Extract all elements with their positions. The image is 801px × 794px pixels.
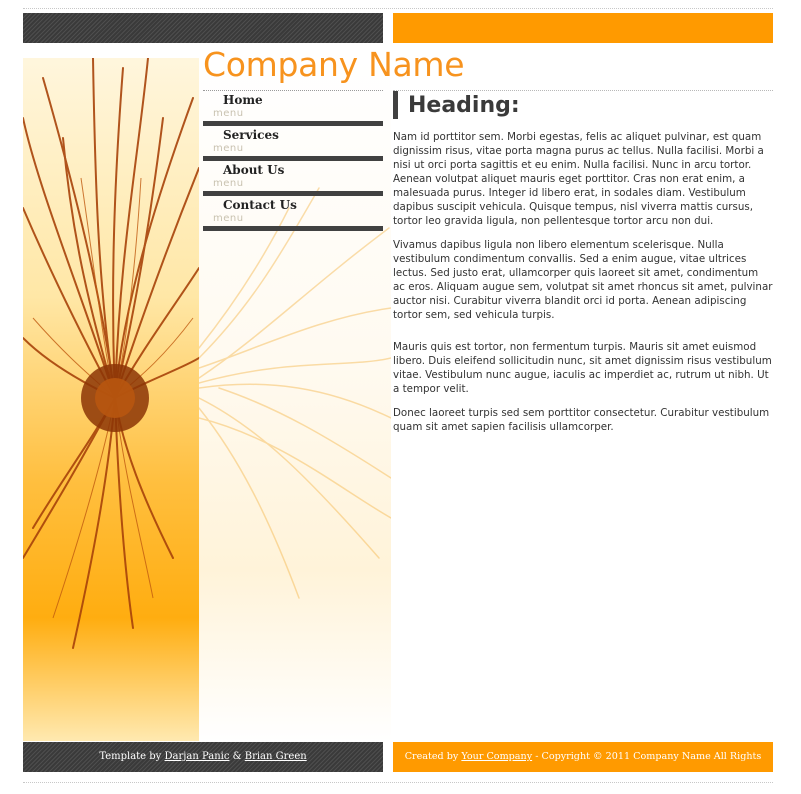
nav-item-label[interactable]: Contact Us (223, 198, 297, 212)
nav-item-label[interactable]: Services (223, 128, 279, 142)
nav-item-about-us[interactable]: About Us menu (203, 161, 383, 196)
nav-item-services[interactable]: Services menu (203, 126, 383, 161)
footer-copyright: Created by Your Company - Copyright © 20… (393, 742, 773, 772)
footer-credits-amp: & (232, 751, 242, 762)
top-divider (23, 8, 773, 9)
heading-accent-bar (393, 91, 398, 119)
nav-item-home[interactable]: Home menu (203, 91, 383, 126)
header-orange-bar (393, 13, 773, 43)
nav-item-sublabel: menu (213, 108, 244, 119)
nav-item-label[interactable]: Home (223, 93, 263, 107)
nav-item-label[interactable]: About Us (223, 163, 284, 177)
footer-copyright-prefix: Created by (404, 751, 459, 762)
company-name-logo[interactable]: Company Name (203, 44, 465, 86)
content-paragraph: Mauris quis est tortor, non fermentum tu… (393, 341, 772, 395)
footer-copyright-text: - Copyright © 2011 Company Name All Righ… (535, 751, 762, 762)
content-heading: Heading: (408, 93, 520, 118)
content-paragraph: Donec laoreet turpis sed sem porttitor c… (393, 407, 770, 433)
content-paragraph: Nam id porttitor sem. Morbi egestas, fel… (393, 131, 764, 227)
header-dark-bar (23, 13, 383, 43)
anemone-icon (23, 58, 199, 649)
content-paragraph: Vivamus dapibus ligula non libero elemen… (393, 239, 773, 321)
footer-credits-prefix: Template by (99, 751, 162, 762)
footer-author-link[interactable]: Darjan Panic (165, 751, 230, 762)
main-nav: Home menu Services menu About Us menu Co… (203, 90, 383, 231)
main-content: Nam id porttitor sem. Morbi egestas, fel… (393, 130, 773, 444)
nav-item-sublabel: menu (213, 178, 244, 189)
nav-item-contact-us[interactable]: Contact Us menu (203, 196, 383, 231)
header-artwork-image (23, 58, 199, 741)
nav-item-sublabel: menu (213, 213, 244, 224)
footer-credits: Template by Darjan Panic & Brian Green (23, 742, 383, 772)
bottom-divider (23, 782, 773, 783)
footer-company-link[interactable]: Your Company (461, 751, 532, 762)
nav-item-sublabel: menu (213, 143, 244, 154)
footer-author-link[interactable]: Brian Green (245, 751, 307, 762)
